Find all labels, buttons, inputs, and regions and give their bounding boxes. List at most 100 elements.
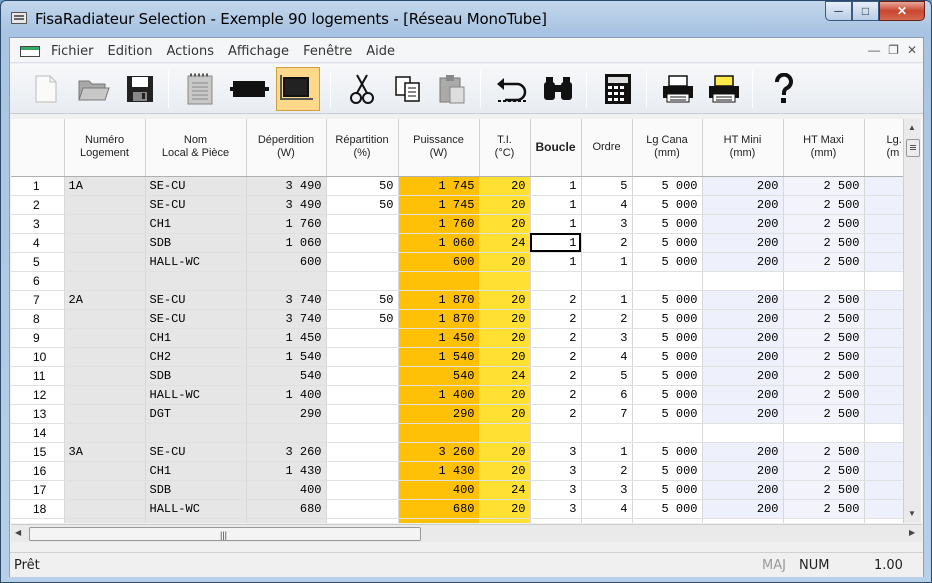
cell-ti[interactable]: 20: [479, 195, 531, 215]
cell-puissance[interactable]: 3 260: [398, 442, 480, 462]
cell-puissance[interactable]: 1 745: [398, 195, 480, 215]
mdi-restore-button[interactable]: ❐: [888, 43, 899, 57]
cell-deperdition[interactable]: 3 490: [246, 176, 327, 196]
cell-ht-mini[interactable]: 200: [702, 347, 784, 367]
horizontal-scrollbar[interactable]: ◀ ||| ▶: [11, 524, 922, 542]
cell-lg-cana[interactable]: 5 000: [632, 214, 703, 234]
cell-boucle[interactable]: 3: [530, 461, 582, 481]
scissors-icon[interactable]: [340, 67, 384, 111]
cell-deperdition[interactable]: 1 400: [246, 385, 327, 405]
table-row[interactable]: 4 SDB 1 060 1 060 24 1 2 5 000 200 2 500: [11, 233, 905, 253]
cell-deperdition[interactable]: 400: [246, 480, 327, 500]
table-row[interactable]: 6: [11, 271, 905, 291]
cell-repartition[interactable]: [326, 385, 399, 405]
header-ordre[interactable]: Ordre: [581, 119, 633, 177]
table-row[interactable]: 8 SE-CU 3 740 50 1 870 20 2 2 5 000 200 2 500: [11, 309, 905, 329]
cell-repartition[interactable]: [326, 423, 399, 443]
cell-puissance[interactable]: 400: [398, 480, 480, 500]
cell-deperdition[interactable]: 3 740: [246, 309, 327, 329]
cell-numero-logement[interactable]: [64, 366, 146, 386]
cell-ordre[interactable]: [581, 271, 633, 291]
cell-boucle[interactable]: 2: [530, 385, 582, 405]
cell-repartition[interactable]: [326, 480, 399, 500]
cell-deperdition[interactable]: 3 490: [246, 195, 327, 215]
header-repartition[interactable]: Répartition (%): [326, 119, 399, 177]
minimize-button[interactable]: ─: [825, 1, 852, 21]
cell-puissance[interactable]: [398, 271, 480, 291]
cell-row-number[interactable]: 4: [11, 233, 65, 253]
cell-ht-maxi[interactable]: 2 500: [783, 442, 865, 462]
cell-repartition[interactable]: [326, 366, 399, 386]
cell-repartition[interactable]: [326, 328, 399, 348]
data-grid[interactable]: Numéro Logement Nom Local & Pièce Déperdit…: [11, 119, 922, 523]
cell-row-number[interactable]: 5: [11, 252, 65, 272]
cell-ti[interactable]: 24: [479, 233, 531, 253]
cell-ordre[interactable]: 7: [581, 404, 633, 424]
cell-row-number[interactable]: 3: [11, 214, 65, 234]
cell-row-number[interactable]: 2: [11, 195, 65, 215]
cell-numero-logement[interactable]: 1A: [64, 176, 146, 196]
binoculars-icon[interactable]: [536, 67, 580, 111]
title-bar[interactable]: FisaRadiateur Selection - Exemple 90 log…: [1, 1, 931, 35]
cell-ht-mini[interactable]: 200: [702, 480, 784, 500]
cell-lg-partial[interactable]: [864, 480, 905, 500]
cell-ht-maxi[interactable]: 2 500: [783, 214, 865, 234]
cell-puissance[interactable]: 1 540: [398, 347, 480, 367]
cell-ti[interactable]: 24: [479, 480, 531, 500]
header-lg-cana[interactable]: Lg Cana (mm): [632, 119, 703, 177]
cell-repartition[interactable]: [326, 252, 399, 272]
cell-ht-maxi[interactable]: 2 500: [783, 252, 865, 272]
cell-lg-partial[interactable]: [864, 366, 905, 386]
cell-nom-local[interactable]: SDB: [145, 480, 247, 500]
cell-puissance[interactable]: 1 400: [398, 385, 480, 405]
cell-lg-cana[interactable]: [632, 271, 703, 291]
cell-ti[interactable]: 20: [479, 290, 531, 310]
app-icon[interactable]: [11, 12, 27, 24]
cell-puissance[interactable]: 600: [398, 252, 480, 272]
cell-deperdition[interactable]: 600: [246, 252, 327, 272]
cell-ht-mini[interactable]: [702, 518, 784, 523]
menu-fichier[interactable]: Fichier: [44, 44, 101, 59]
table-row[interactable]: 5 HALL-WC 600 600 20 1 1 5 000 200 2 500: [11, 252, 905, 272]
cell-row-number[interactable]: 15: [11, 442, 65, 462]
table-row[interactable]: 3 CH1 1 760 1 760 20 1 3 5 000 200 2 500: [11, 214, 905, 234]
cell-ti[interactable]: 20: [479, 252, 531, 272]
cell-boucle[interactable]: [530, 423, 582, 443]
cell-ti[interactable]: 20: [479, 499, 531, 519]
cell-nom-local[interactable]: [145, 518, 247, 523]
table-row[interactable]: 14: [11, 423, 905, 443]
cell-repartition[interactable]: [326, 214, 399, 234]
close-button[interactable]: ✕: [879, 1, 925, 21]
header-numero-logement[interactable]: Numéro Logement: [64, 119, 146, 177]
cell-deperdition[interactable]: [246, 423, 327, 443]
cell-ht-maxi[interactable]: [783, 271, 865, 291]
cell-puissance[interactable]: 1 745: [398, 176, 480, 196]
table-row[interactable]: 12 HALL-WC 1 400 1 400 20 2 6 5 000 200 2 500: [11, 385, 905, 405]
cell-nom-local[interactable]: SE-CU: [145, 290, 247, 310]
cell-boucle[interactable]: 3: [530, 480, 582, 500]
cell-nom-local[interactable]: SDB: [145, 366, 247, 386]
cell-puissance[interactable]: 1 760: [398, 214, 480, 234]
cell-lg-partial[interactable]: [864, 347, 905, 367]
cell-ht-maxi[interactable]: 2 500: [783, 480, 865, 500]
cell-repartition[interactable]: [326, 271, 399, 291]
cell-puissance[interactable]: 290: [398, 404, 480, 424]
cell-lg-partial[interactable]: [864, 290, 905, 310]
undo-arrow-icon[interactable]: [490, 67, 534, 111]
cell-ti[interactable]: 20: [479, 385, 531, 405]
cell-lg-partial[interactable]: [864, 214, 905, 234]
cell-deperdition[interactable]: 3 740: [246, 290, 327, 310]
cell-ht-maxi[interactable]: 2 500: [783, 499, 865, 519]
cell-ordre[interactable]: 1: [581, 290, 633, 310]
cell-numero-logement[interactable]: [64, 195, 146, 215]
header-nom-local[interactable]: Nom Local & Pièce: [145, 119, 247, 177]
cell-ordre[interactable]: 3: [581, 480, 633, 500]
header-ti[interactable]: T.I. (°C): [479, 119, 531, 177]
cell-ti[interactable]: [479, 423, 531, 443]
cell-ht-mini[interactable]: 200: [702, 214, 784, 234]
cell-ti[interactable]: 20: [479, 442, 531, 462]
cell-numero-logement[interactable]: [64, 328, 146, 348]
cell-nom-local[interactable]: CH1: [145, 461, 247, 481]
cell-ti[interactable]: [479, 271, 531, 291]
cell-ordre[interactable]: 6: [581, 385, 633, 405]
